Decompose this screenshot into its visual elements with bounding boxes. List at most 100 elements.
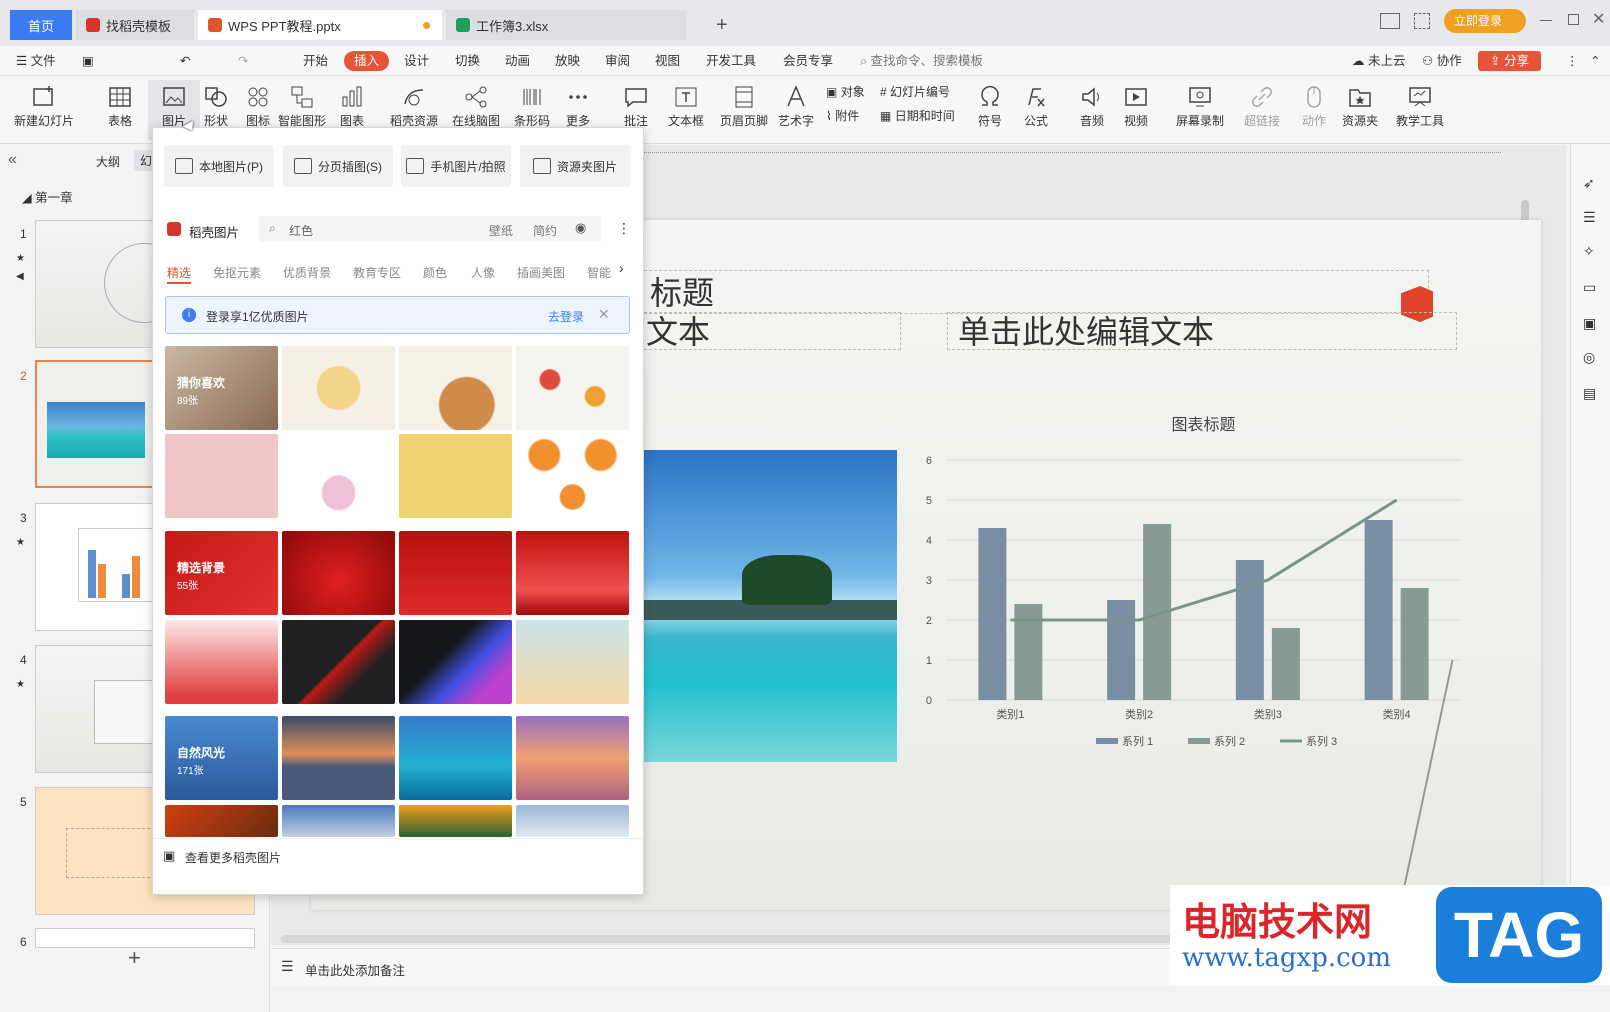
- tab-home[interactable]: 首页: [10, 10, 72, 40]
- menu-start[interactable]: 开始: [303, 51, 328, 71]
- tab-cutout[interactable]: 免抠元素: [213, 264, 261, 281]
- image-tile[interactable]: [282, 716, 395, 800]
- header-footer-button[interactable]: 页眉页脚: [718, 80, 770, 140]
- menu-transition[interactable]: 切换: [455, 51, 480, 71]
- pin-icon[interactable]: ✧: [1583, 243, 1595, 260]
- login-banner[interactable]: i 登录享1亿优质图片 去登录 ✕: [165, 296, 630, 334]
- menu-view[interactable]: 视图: [655, 51, 680, 71]
- image-tile[interactable]: [282, 434, 395, 518]
- undo-icon[interactable]: ↶: [180, 51, 190, 71]
- book-icon[interactable]: ▤: [1583, 385, 1596, 402]
- more-pictures-link[interactable]: 查看更多稻壳图片: [185, 849, 281, 866]
- image-tile[interactable]: [516, 805, 629, 837]
- camera-icon[interactable]: ◉: [575, 220, 586, 236]
- title-placeholder[interactable]: 标题: [639, 270, 1429, 314]
- tab-illustration[interactable]: 插画美图: [517, 264, 565, 281]
- image-tile[interactable]: [165, 805, 278, 837]
- image-tile[interactable]: [399, 620, 512, 704]
- tab-color[interactable]: 颜色: [423, 264, 447, 281]
- beach-photo[interactable]: [642, 450, 897, 762]
- image-tile[interactable]: 自然风光 171张: [165, 716, 278, 800]
- image-tile[interactable]: [516, 531, 629, 615]
- phone-picture-button[interactable]: 手机图片/拍照: [401, 145, 511, 187]
- image-tile[interactable]: [399, 434, 512, 518]
- menu-developer[interactable]: 开发工具: [706, 51, 756, 71]
- chevron-right-icon[interactable]: ›: [619, 260, 624, 276]
- tab-pptx[interactable]: WPS PPT教程.pptx: [198, 10, 442, 40]
- image-tile[interactable]: [282, 805, 395, 837]
- tab-template[interactable]: 找稻壳模板: [76, 10, 194, 40]
- image-tile[interactable]: [399, 346, 512, 430]
- image-tile[interactable]: [399, 805, 512, 837]
- screen-record-button[interactable]: 屏幕录制: [1170, 80, 1230, 140]
- resource-folder-button[interactable]: 资源夹: [1334, 80, 1386, 140]
- share-button[interactable]: ⇪ 分享: [1478, 51, 1541, 71]
- collapse-icon[interactable]: ⌃: [1590, 51, 1600, 71]
- image-tile[interactable]: [282, 346, 395, 430]
- command-search[interactable]: ⌕ 查找命令、搜索模板: [860, 51, 983, 71]
- image-tile[interactable]: [282, 531, 395, 615]
- login-button[interactable]: 立即登录: [1444, 9, 1526, 33]
- attachment-button[interactable]: ⌇ 附件: [826, 106, 859, 126]
- save-icon[interactable]: ▣: [82, 51, 94, 71]
- image-tile[interactable]: 猜你喜欢 89张: [165, 346, 278, 430]
- image-tool-icon[interactable]: ▣: [1583, 315, 1596, 332]
- text-placeholder-left[interactable]: 文本: [639, 312, 901, 351]
- image-tile[interactable]: [165, 434, 278, 518]
- close-icon[interactable]: ✕: [1592, 9, 1605, 29]
- tab-xlsx[interactable]: 工作簿3.xlsx: [446, 10, 686, 40]
- table-button[interactable]: 表格: [94, 80, 146, 140]
- rocket-icon[interactable]: ➶: [1583, 175, 1595, 192]
- collab-button[interactable]: ⚇ 协作: [1422, 51, 1462, 71]
- menu-review[interactable]: 审阅: [605, 51, 630, 71]
- tab-background[interactable]: 优质背景: [283, 264, 331, 281]
- chapter-label[interactable]: ◢ 第一章: [22, 187, 73, 206]
- menu-slideshow[interactable]: 放映: [555, 51, 580, 71]
- menu-design[interactable]: 设计: [404, 51, 429, 71]
- image-tile[interactable]: [165, 620, 278, 704]
- more-icon[interactable]: ⋮: [617, 220, 631, 237]
- sliders-icon[interactable]: ☰: [1583, 209, 1596, 226]
- formula-button[interactable]: 公式: [1010, 80, 1062, 140]
- layout-icon[interactable]: [1380, 13, 1400, 29]
- tab-featured[interactable]: 精选: [167, 264, 191, 281]
- image-tile[interactable]: [399, 716, 512, 800]
- hyperlink-button[interactable]: 超链接: [1236, 80, 1288, 140]
- chat-icon[interactable]: ▭: [1583, 279, 1596, 296]
- search-value[interactable]: 红色: [289, 222, 313, 239]
- add-slide-button[interactable]: +: [128, 945, 141, 971]
- tab-outline[interactable]: 大纲: [96, 153, 120, 170]
- action-button[interactable]: 动作: [1288, 80, 1340, 140]
- tab-portrait[interactable]: 人像: [471, 264, 495, 281]
- text-placeholder-right[interactable]: 单击此处编辑文本: [947, 312, 1457, 351]
- symbol-button[interactable]: 符号: [964, 80, 1016, 140]
- tab-smart[interactable]: 智能: [587, 264, 611, 281]
- picture-search-box[interactable]: ⌕ 红色 壁纸 简约 ◉: [259, 216, 601, 242]
- object-button[interactable]: ▣ 对象: [826, 82, 865, 102]
- image-tile[interactable]: [516, 434, 629, 518]
- wordart-button[interactable]: 艺术字: [770, 80, 822, 140]
- more-icon[interactable]: ⋮: [1566, 51, 1579, 71]
- textbox-button[interactable]: 文本框: [660, 80, 712, 140]
- datetime-button[interactable]: ▦ 日期和时间: [880, 106, 955, 126]
- image-tile[interactable]: 精选背景 55张: [165, 531, 278, 615]
- banner-login-link[interactable]: 去登录: [548, 308, 584, 325]
- page-picture-button[interactable]: 分页插图(S): [283, 145, 393, 187]
- search-tag[interactable]: 简约: [533, 222, 557, 239]
- close-icon[interactable]: ✕: [598, 306, 610, 323]
- cloud-status[interactable]: ☁ 未上云: [1352, 51, 1406, 71]
- teaching-tools-button[interactable]: 教学工具: [1390, 80, 1450, 140]
- menu-insert[interactable]: 插入: [344, 51, 390, 71]
- image-tile[interactable]: [399, 531, 512, 615]
- image-tile[interactable]: [282, 620, 395, 704]
- new-tab-button[interactable]: +: [716, 14, 728, 37]
- resource-folder-picture-button[interactable]: 资源夹图片: [520, 145, 630, 187]
- local-picture-button[interactable]: 本地图片(P): [164, 145, 274, 187]
- redo-icon[interactable]: ↷: [238, 51, 248, 71]
- slide-number-button[interactable]: # 幻灯片编号: [880, 82, 950, 102]
- menu-animation[interactable]: 动画: [505, 51, 530, 71]
- grid-icon[interactable]: [1414, 13, 1430, 29]
- tab-education[interactable]: 教育专区: [353, 264, 401, 281]
- image-tile[interactable]: [516, 620, 629, 704]
- collapse-panel-icon[interactable]: «: [8, 151, 17, 169]
